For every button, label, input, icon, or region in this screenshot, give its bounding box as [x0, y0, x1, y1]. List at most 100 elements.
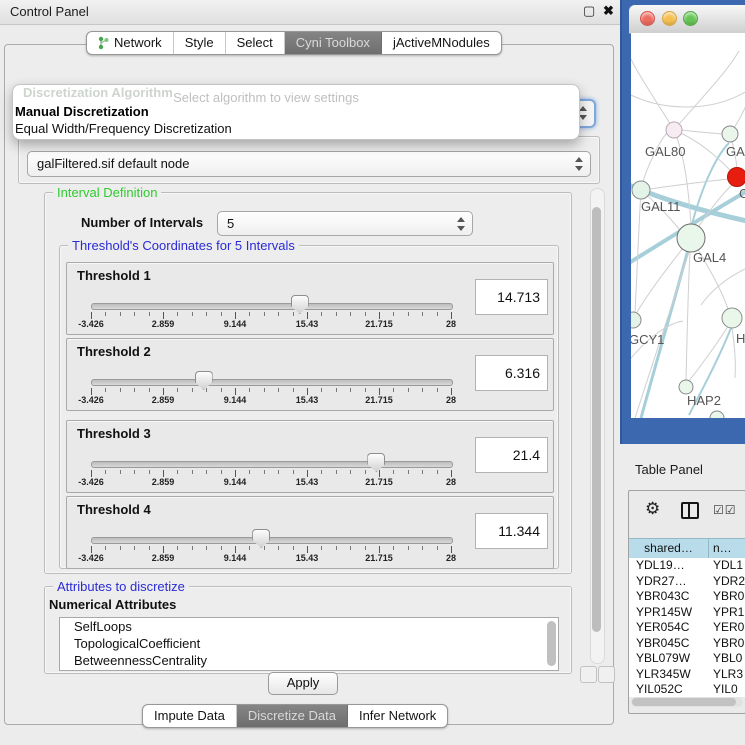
tab-cyni-toolbox-label: Cyni Toolbox [296, 32, 370, 54]
tab-infer-network[interactable]: Infer Network [348, 705, 447, 727]
svg-text:GAL80: GAL80 [645, 144, 685, 159]
table-panel-title: Table Panel [635, 462, 703, 477]
table-row[interactable]: YDL19…YDL1 [629, 558, 745, 574]
panel-vertical-scrollbar[interactable] [590, 188, 605, 664]
svg-text:C: C [739, 186, 745, 201]
threshold-3-label: Threshold 3 [77, 426, 151, 441]
tab-jactivemnodules[interactable]: jActiveMNodules [382, 32, 501, 54]
threshold-2-panel: Threshold 2 -3.4262.8599.14415.4321.7152… [66, 338, 554, 411]
table-row[interactable]: YIL052CYIL0 [629, 682, 745, 697]
minimize-traffic-light[interactable] [662, 11, 677, 26]
tab-style[interactable]: Style [174, 32, 226, 54]
tab-discretize-data[interactable]: Discretize Data [237, 705, 348, 727]
control-panel-titlebar: Control Panel ▢ ✖ [0, 0, 622, 25]
tab-select[interactable]: Select [226, 32, 285, 54]
table-rows: YDL19…YDL1YDR27…YDR2YBR043CYBR0YPR145WYP… [629, 558, 745, 697]
table-header-row: shared… n… [629, 538, 745, 559]
threshold-1-slider-track[interactable] [91, 303, 453, 310]
tab-impute-data[interactable]: Impute Data [143, 705, 237, 727]
network-view-canvas[interactable]: GAL80 GA C GAL11 GAL4 GCY1 H HAP2 [631, 33, 745, 418]
threshold-1-label: Threshold 1 [77, 268, 151, 283]
scrollbar-thumb[interactable] [632, 698, 736, 706]
algorithm-dropdown-popup: Discretization Algorithm Select algorith… [12, 84, 580, 140]
column-header-shared-name[interactable]: shared… [629, 539, 709, 558]
thresholds-group-title: Threshold's Coordinates for 5 Intervals [68, 238, 299, 253]
threshold-4-value-field[interactable]: 11.344 [475, 513, 548, 549]
threshold-1-value-field[interactable]: 14.713 [475, 279, 548, 315]
threshold-4-label: Threshold 4 [77, 502, 151, 517]
column-header-name[interactable]: n… [709, 539, 745, 558]
table-row[interactable]: YBR045CYBR0 [629, 636, 745, 652]
svg-text:HAP2: HAP2 [687, 393, 721, 408]
table-data-group: Table Data galFiltered.sif default node [18, 136, 600, 184]
scrollbar-thumb[interactable] [592, 207, 601, 632]
table-row[interactable]: YDR27…YDR2 [629, 574, 745, 590]
table-row[interactable]: YBR043CYBR0 [629, 589, 745, 605]
gear-icon[interactable]: ⚙ [645, 500, 660, 517]
slider-tick-labels: -3.4262.8599.14415.4321.71528 [91, 319, 451, 331]
thresholds-group: Threshold's Coordinates for 5 Intervals … [59, 245, 559, 569]
scroll-up-button[interactable] [580, 666, 597, 683]
tab-discretize-data-label: Discretize Data [248, 705, 336, 727]
threshold-2-slider-track[interactable] [91, 379, 453, 386]
apply-button[interactable]: Apply [268, 672, 338, 695]
scroll-down-button[interactable] [598, 666, 615, 683]
threshold-2-value-field[interactable]: 6.316 [475, 355, 548, 391]
tab-cyni-toolbox[interactable]: Cyni Toolbox [285, 32, 382, 54]
svg-text:GAL11: GAL11 [641, 199, 681, 214]
tab-style-label: Style [185, 32, 214, 54]
table-data-selected-value: galFiltered.sif default node [37, 156, 189, 171]
attributes-group-title: Attributes to discretize [53, 579, 189, 594]
number-of-intervals-label: Number of Intervals [81, 215, 203, 230]
control-panel-title: Control Panel [10, 4, 89, 19]
close-panel-icon[interactable]: ✖ [603, 3, 614, 19]
table-data-combobox[interactable]: galFiltered.sif default node [27, 151, 591, 177]
svg-text:GA: GA [726, 144, 745, 159]
table-row[interactable]: YPR145WYPR1 [629, 605, 745, 621]
table-row[interactable]: YLR345WYLR3 [629, 667, 745, 683]
number-of-intervals-combobox[interactable]: 5 [217, 211, 473, 236]
split-columns-icon[interactable] [681, 502, 699, 519]
list-item[interactable]: BetweennessCentrality [60, 652, 558, 669]
network-icon [98, 36, 109, 50]
svg-text:H: H [736, 331, 745, 346]
list-item[interactable]: SelfLoops [60, 618, 558, 635]
checkbox-icons[interactable]: ☑☑ [713, 503, 737, 517]
interval-definition-group: Interval Definition Number of Intervals … [44, 192, 572, 574]
tab-network[interactable]: Network [87, 32, 174, 54]
list-scrollbar[interactable] [547, 621, 556, 666]
numerical-attributes-list[interactable]: SelfLoops TopologicalCoefficient Between… [59, 617, 559, 671]
numerical-attributes-label: Numerical Attributes [49, 597, 176, 612]
threshold-4-slider-track[interactable] [91, 537, 453, 544]
top-tab-bar: Network Style Select Cyni Toolbox jActiv… [86, 31, 502, 55]
table-row[interactable]: YER054CYER0 [629, 620, 745, 636]
threshold-3-panel: Threshold 3 -3.4262.8599.14415.4321.7152… [66, 420, 554, 493]
list-item[interactable]: TopologicalCoefficient [60, 635, 558, 652]
svg-text:GCY1: GCY1 [631, 332, 664, 347]
tab-select-label: Select [237, 32, 273, 54]
network-canvas-svg: GAL80 GA C GAL11 GAL4 GCY1 H HAP2 [631, 33, 745, 418]
threshold-2-label: Threshold 2 [77, 344, 151, 359]
threshold-3-slider-track[interactable] [91, 461, 453, 468]
tab-network-label: Network [114, 32, 162, 54]
threshold-4-panel: Threshold 4 -3.4262.8599.14415.4321.7152… [66, 496, 554, 569]
threshold-1-panel: Threshold 1 -3.4262.8599.14415.4321.7152… [66, 262, 554, 335]
float-window-icon[interactable]: ▢ [583, 3, 595, 19]
zoom-traffic-light[interactable] [683, 11, 698, 26]
table-horizontal-scrollbar[interactable] [631, 697, 743, 707]
tab-jactivemnodules-label: jActiveMNodules [393, 32, 490, 54]
attributes-group: Attributes to discretize Numerical Attri… [44, 586, 572, 674]
network-window-titlebar [629, 5, 745, 34]
close-traffic-light[interactable] [640, 11, 655, 26]
slider-tick-labels: -3.4262.8599.14415.4321.71528 [91, 477, 451, 489]
combo-arrows-icon [574, 156, 584, 172]
threshold-3-value-field[interactable]: 21.4 [475, 437, 548, 473]
option-manual-discretization[interactable]: Manual Discretization [15, 104, 149, 119]
number-of-intervals-value: 5 [227, 216, 234, 231]
tab-impute-data-label: Impute Data [154, 705, 225, 727]
tab-infer-network-label: Infer Network [359, 705, 436, 727]
svg-text:GAL4: GAL4 [693, 250, 726, 265]
option-equal-width-frequency[interactable]: Equal Width/Frequency Discretization [15, 121, 232, 136]
combo-arrows-icon [456, 216, 466, 232]
table-row[interactable]: YBL079WYBL0 [629, 651, 745, 667]
